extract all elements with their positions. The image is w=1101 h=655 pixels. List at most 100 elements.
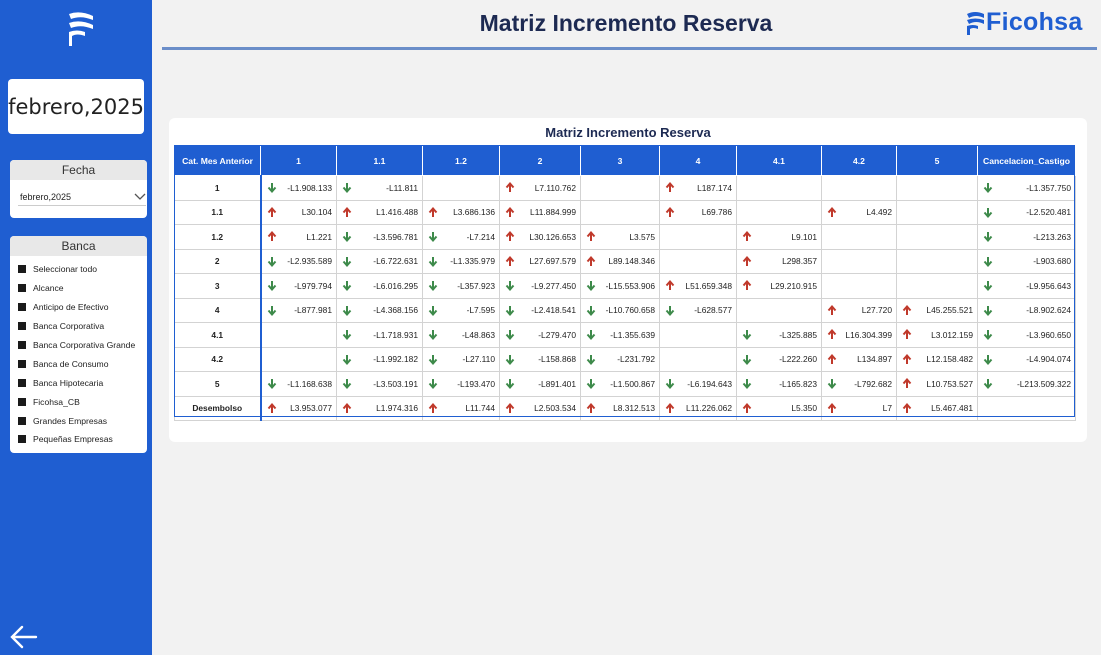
checkbox-icon[interactable]: [18, 397, 26, 406]
checkbox-icon[interactable]: [18, 265, 26, 274]
arrow-down-icon: [505, 305, 515, 316]
cell-value: -L3.596.781: [373, 231, 418, 242]
table-cell: -L9.277.450: [499, 273, 581, 299]
table-cell: [896, 199, 978, 225]
fecha-slicer: Fecha febrero,2025: [10, 160, 147, 218]
cell-value: -L903.680: [1033, 256, 1071, 267]
column-header[interactable]: Cancelacion_Castigo: [977, 145, 1076, 176]
brand-name: Ficohsa: [986, 8, 1083, 36]
table-cell: -L628.577: [659, 297, 737, 323]
cell-value: -L357.923: [457, 280, 495, 291]
arrow-up-icon: [428, 402, 438, 414]
checkbox-icon[interactable]: [18, 378, 26, 387]
cell-value: -L2.520.481: [1026, 207, 1071, 218]
table-cell: [659, 346, 737, 372]
cell-value: -L1.718.931: [373, 329, 418, 340]
table-cell: -L1.718.931: [336, 322, 423, 348]
table-cell: [422, 175, 500, 201]
checkbox-icon[interactable]: [18, 303, 26, 312]
arrow-up-icon: [665, 280, 675, 291]
column-header[interactable]: 4: [659, 145, 737, 176]
table-cell: L11.226.062: [659, 395, 737, 421]
cell-value: L11.884.999: [530, 207, 576, 218]
cell-value: L187.174: [697, 182, 732, 193]
cell-value: -L3.503.191: [373, 378, 418, 389]
table-cell: [977, 395, 1076, 421]
arrow-up-icon: [505, 255, 515, 267]
matrix-card: Matriz Incremento Reserva Cat. Mes Anter…: [169, 118, 1087, 442]
column-header[interactable]: 5: [896, 145, 978, 176]
column-header[interactable]: 1.1: [336, 145, 423, 176]
column-header[interactable]: 4.2: [821, 145, 897, 176]
checkbox-icon[interactable]: [18, 435, 26, 444]
arrow-down-icon: [827, 378, 837, 390]
fecha-dropdown[interactable]: febrero,2025: [18, 188, 146, 206]
fecha-slicer-title: Fecha: [10, 160, 147, 180]
banca-item[interactable]: Banca de Consumo: [18, 354, 147, 373]
column-header[interactable]: 1.2: [422, 145, 500, 176]
banca-item[interactable]: Anticipo de Efectivo: [18, 298, 147, 317]
banca-item[interactable]: Banca Corporativa Grande: [18, 336, 147, 355]
table-cell: -L877.981: [260, 297, 337, 323]
arrow-up-icon: [827, 402, 837, 414]
checkbox-icon[interactable]: [18, 416, 26, 425]
checkbox-icon[interactable]: [18, 322, 26, 331]
cell-value: L27.697.579: [529, 256, 576, 267]
table-cell: L3.953.077: [260, 395, 337, 421]
arrow-down-icon: [267, 280, 277, 292]
arrow-up-icon: [902, 378, 912, 389]
table-cell: [736, 297, 822, 323]
table-cell: -L6.722.631: [336, 248, 423, 274]
checkbox-icon[interactable]: [18, 341, 26, 349]
table-cell: [659, 224, 737, 250]
chevron-down-icon: [134, 193, 146, 200]
cell-value: L11.744: [465, 403, 495, 414]
table-cell: [659, 248, 737, 274]
cell-value: -L979.794: [294, 280, 332, 291]
table-cell: L3.012.159: [896, 322, 978, 348]
column-header[interactable]: 4.1: [736, 145, 822, 176]
column-header[interactable]: 3: [580, 145, 660, 176]
banca-item[interactable]: Ficohsa_CB: [18, 392, 147, 411]
row-header: 4.2: [174, 346, 262, 372]
banca-item[interactable]: Alcance: [18, 279, 147, 298]
cell-value: -L9.277.450: [531, 280, 576, 291]
ficohsa-brand-icon: [967, 11, 984, 35]
cell-value: -L3.960.650: [1026, 329, 1071, 340]
table-cell: L69.786: [659, 199, 737, 225]
arrow-down-icon: [428, 378, 438, 390]
cell-value: -L325.885: [779, 329, 817, 340]
column-header[interactable]: Cat. Mes Anterior: [174, 145, 261, 176]
back-arrow-icon[interactable]: [9, 624, 39, 650]
table-cell: -L7.214: [422, 224, 500, 250]
table-cell: L4.492: [821, 199, 897, 225]
arrow-down-icon: [267, 378, 277, 390]
cell-value: -L891.401: [538, 378, 576, 389]
cell-value: -L9.956.643: [1026, 280, 1071, 291]
table-cell: -L213.509.322: [977, 371, 1076, 397]
banca-item[interactable]: Banca Hipotecaria: [18, 373, 147, 392]
arrow-up-icon: [742, 402, 752, 414]
table-cell: -L1.908.133: [260, 175, 337, 201]
banca-slicer: Banca Seleccionar todo Alcance Anticipo de…: [10, 236, 147, 453]
table-cell: L2.503.534: [499, 395, 581, 421]
table-row: 5 -L1.168.638 -L3.503.191 -L193.470 -L891.40…: [174, 371, 1076, 397]
checkbox-icon[interactable]: [18, 284, 26, 293]
cell-value: -L877.981: [294, 305, 332, 316]
cell-value: L5.467.481: [931, 403, 973, 414]
banca-item[interactable]: Pequeñas Empresas: [18, 430, 147, 449]
banca-item[interactable]: Banca Corporativa: [18, 317, 147, 336]
banca-item[interactable]: Seleccionar todo: [18, 260, 147, 279]
table-cell: -L9.956.643: [977, 273, 1076, 299]
column-header[interactable]: 1: [260, 145, 337, 176]
column-header[interactable]: 2: [499, 145, 581, 176]
banca-item[interactable]: Grandes Empresas: [18, 411, 147, 430]
arrow-up-icon: [827, 304, 837, 316]
page-title: Matriz Incremento Reserva: [479, 10, 773, 36]
table-cell: -L158.868: [499, 346, 581, 372]
table-cell: [896, 248, 978, 274]
cell-value: L12.158.482: [926, 354, 973, 365]
table-cell: L16.304.399: [821, 322, 897, 348]
cell-value: -L1.355.639: [610, 329, 655, 340]
checkbox-icon[interactable]: [18, 359, 26, 368]
